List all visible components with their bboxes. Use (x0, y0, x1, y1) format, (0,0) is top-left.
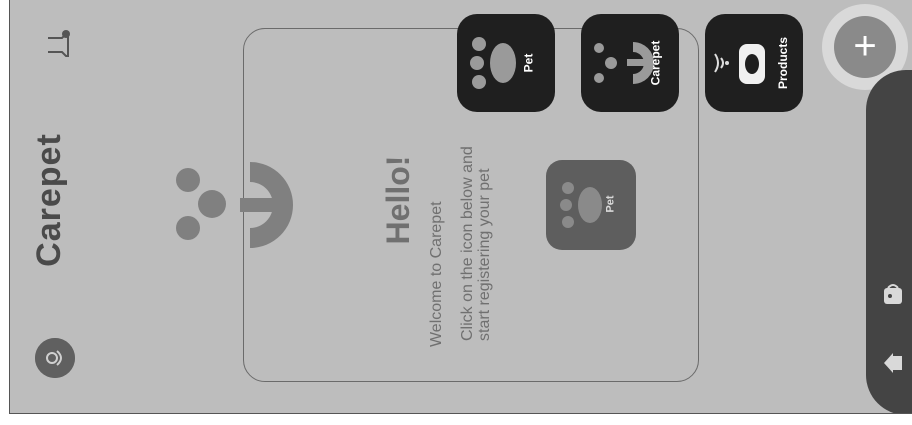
paw-icon (470, 37, 516, 89)
quick-action-label: Pet (521, 53, 536, 73)
register-pet-button[interactable]: Pet (546, 160, 636, 250)
quick-action-products[interactable]: Products (705, 14, 803, 112)
quick-action-label: Products (776, 36, 791, 90)
user-icon (35, 338, 75, 378)
brand-title: Carepet (30, 133, 68, 267)
app-screen: Carepet Hello! Welcome to Carepet Click … (9, 0, 912, 414)
welcome-text: Welcome to Carepet (428, 201, 445, 347)
profile-avatar[interactable] (35, 338, 75, 378)
register-pet-label: Pet (604, 195, 617, 213)
add-fab-button[interactable]: + (834, 16, 896, 78)
shopping-bag-icon[interactable] (880, 282, 906, 308)
home-icon[interactable] (880, 350, 906, 376)
carepet-logo-icon (594, 42, 654, 84)
quick-action-label: Carepet (648, 40, 663, 86)
greeting-heading: Hello! (380, 155, 416, 245)
instruction-text-2: start registering your pet (476, 168, 493, 341)
quick-action-pet[interactable]: Pet (457, 14, 555, 112)
notification-bell-icon[interactable] (40, 28, 74, 62)
quick-action-carepet[interactable]: Carepet (581, 14, 679, 112)
carepet-logo-icon (176, 162, 294, 248)
paw-icon (560, 182, 602, 228)
